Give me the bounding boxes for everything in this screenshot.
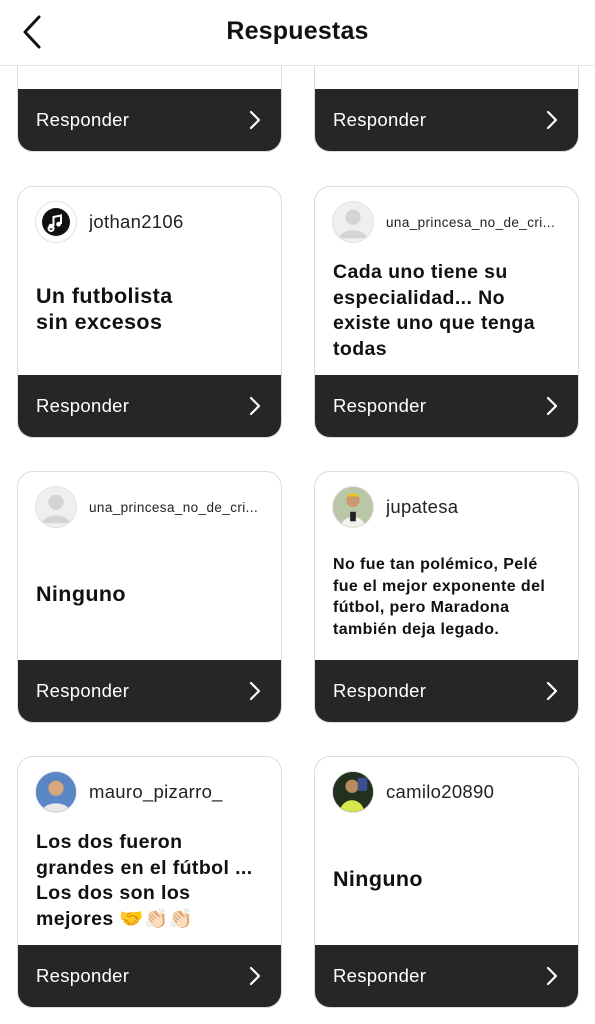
top-bar: Respuestas: [0, 0, 595, 66]
username[interactable]: mauro_pizarro_: [89, 781, 223, 803]
profile-photo-icon: [333, 487, 373, 527]
avatar[interactable]: [332, 771, 374, 813]
reply-button[interactable]: Responder: [18, 375, 281, 437]
music-logo-icon: [42, 208, 70, 236]
chevron-right-icon: [546, 110, 558, 130]
reply-text: Un futbolista sin excesos: [36, 284, 173, 334]
avatar[interactable]: [35, 486, 77, 528]
chevron-right-icon: [546, 396, 558, 416]
user-row: mauro_pizarro_: [35, 771, 269, 813]
reply-button[interactable]: Responder: [315, 375, 578, 437]
reply-card: jothan2106 Un futbolista sin excesos Res…: [17, 186, 282, 438]
chevron-right-icon: [249, 110, 261, 130]
user-row: jupatesa: [332, 486, 566, 528]
chevron-right-icon: [546, 966, 558, 986]
profile-photo-icon: [333, 772, 373, 812]
reply-button[interactable]: Responder: [18, 89, 281, 151]
reply-button-label: Responder: [333, 680, 427, 701]
reply-button-label: Responder: [36, 680, 130, 701]
avatar[interactable]: [35, 771, 77, 813]
username[interactable]: camilo20890: [386, 781, 494, 803]
reply-button[interactable]: Responder: [18, 660, 281, 722]
reply-button-label: Responder: [36, 395, 130, 416]
reply-text: Los dos fueron grandes en el fútbol ... …: [36, 831, 253, 930]
reply-button-label: Responder: [36, 965, 130, 986]
avatar[interactable]: [35, 201, 77, 243]
reply-button[interactable]: Responder: [18, 945, 281, 1007]
chevron-right-icon: [249, 681, 261, 701]
profile-photo-icon: [36, 772, 76, 812]
username[interactable]: una_princesa_no_de_cri...: [89, 500, 258, 515]
reply-button[interactable]: Responder: [315, 89, 578, 151]
avatar[interactable]: [332, 201, 374, 243]
username[interactable]: jothan2106: [89, 211, 184, 233]
chevron-right-icon: [546, 681, 558, 701]
reply-button-label: Responder: [333, 109, 427, 130]
reply-card: mauro_pizarro_ Los dos fueron grandes en…: [17, 756, 282, 1008]
reply-button-label: Responder: [36, 109, 130, 130]
reply-card: una_princesa_no_de_cri... Cada uno tiene…: [314, 186, 579, 438]
username[interactable]: jupatesa: [386, 496, 458, 518]
avatar[interactable]: [332, 486, 374, 528]
username[interactable]: una_princesa_no_de_cri...: [386, 215, 555, 230]
page-title: Respuestas: [226, 17, 369, 45]
user-row: jothan2106: [35, 201, 269, 243]
reply-card: jupatesa No fue tan polémico, Pelé fue e…: [314, 471, 579, 723]
user-row: una_princesa_no_de_cri...: [332, 201, 566, 243]
user-row: una_princesa_no_de_cri...: [35, 486, 269, 528]
reply-button[interactable]: Responder: [315, 945, 578, 1007]
reply-card: una_princesa_no_de_cri... Ninguno Respon…: [17, 471, 282, 723]
reply-button-label: Responder: [333, 965, 427, 986]
reply-text: No fue tan polémico, Pelé fue el mejor e…: [333, 556, 546, 638]
reply-text: Ninguno: [333, 867, 423, 891]
reply-text: Cada uno tiene su especialidad... No exi…: [333, 261, 535, 360]
default-avatar-icon: [41, 494, 71, 524]
reply-button-label: Responder: [333, 395, 427, 416]
chevron-right-icon: [249, 396, 261, 416]
reply-card: camilo20890 Ninguno Responder: [314, 756, 579, 1008]
chevron-right-icon: [249, 966, 261, 986]
reply-text: Ninguno: [36, 582, 126, 606]
reply-button[interactable]: Responder: [315, 660, 578, 722]
default-avatar-icon: [338, 209, 368, 239]
user-row: camilo20890: [332, 771, 566, 813]
